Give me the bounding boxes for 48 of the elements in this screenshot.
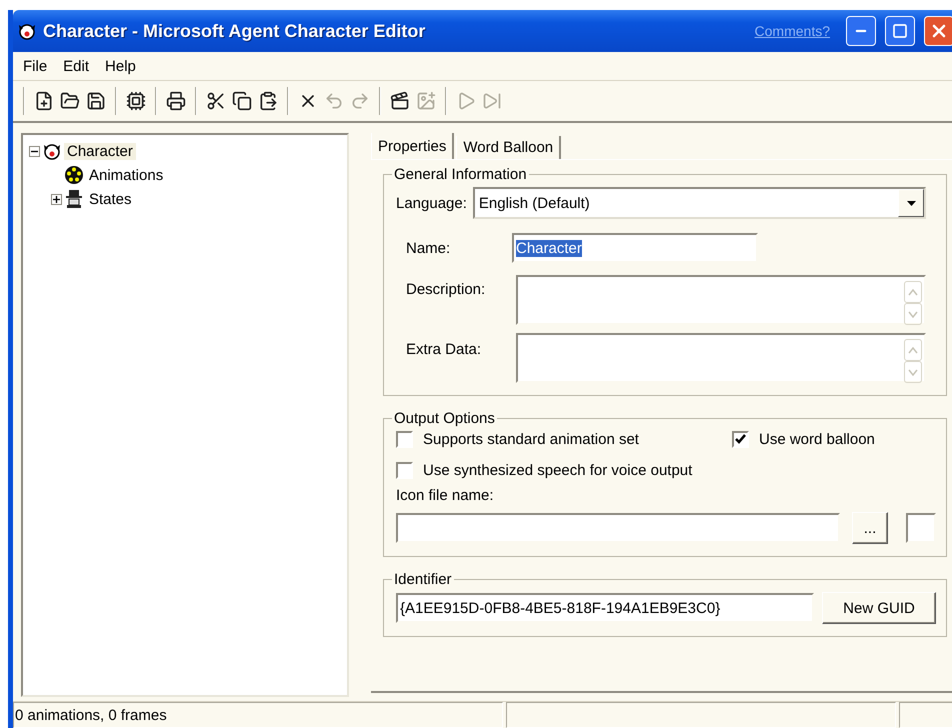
checkbox-label: Supports standard animation set xyxy=(423,431,639,448)
minimize-button[interactable] xyxy=(846,16,876,46)
status-text: 0 animations, 0 frames xyxy=(13,702,503,728)
field-label: Extra Data: xyxy=(405,341,482,358)
menu-item[interactable]: Help xyxy=(97,58,144,74)
maximize-button[interactable] xyxy=(885,16,915,46)
close-button[interactable] xyxy=(924,16,952,46)
group-title: General Information xyxy=(393,166,528,183)
tab[interactable]: Properties xyxy=(371,133,454,159)
extra-data-field[interactable] xyxy=(516,333,926,383)
tree-item[interactable]: Character xyxy=(64,142,136,160)
checkbox[interactable] xyxy=(396,462,413,479)
checkbox-label: Use word balloon xyxy=(759,431,875,448)
field-label: Icon file name: xyxy=(396,487,495,504)
new-guid-button[interactable]: New GUID xyxy=(822,592,936,624)
expand-toggle[interactable] xyxy=(51,194,62,204)
icon-file-field[interactable] xyxy=(396,513,840,543)
icon-preview xyxy=(906,513,936,543)
description-field[interactable] xyxy=(516,275,926,325)
browse-button[interactable]: ... xyxy=(852,512,888,544)
collapse-toggle[interactable] xyxy=(29,146,40,156)
scroll-up-icon xyxy=(908,346,918,354)
scroll-down-icon xyxy=(908,310,918,318)
hat-figure-icon xyxy=(64,189,84,209)
scroll-up-icon xyxy=(908,288,918,296)
group-title: Output Options xyxy=(393,410,496,427)
checkbox-label: Use synthesized speech for voice output xyxy=(423,462,692,479)
scroll-down-icon xyxy=(908,368,918,376)
maximize-icon xyxy=(892,23,908,39)
menu-item[interactable]: File xyxy=(15,58,56,74)
field-label: Name: xyxy=(405,240,452,256)
identifier-field: {A1EE915D-0FB8-4BE5-818F-194A1EB9E3C0} xyxy=(396,593,814,623)
window-title: Character - Microsoft Agent Character Editor xyxy=(43,20,426,42)
checkbox[interactable] xyxy=(732,431,749,448)
menu-item[interactable]: Edit xyxy=(55,58,98,74)
status-pane xyxy=(899,702,952,728)
name-field[interactable]: Character xyxy=(512,233,758,263)
tab[interactable]: Word Balloon xyxy=(456,136,562,159)
tree-item[interactable]: States xyxy=(86,190,135,208)
plus-icon xyxy=(53,196,60,202)
film-reel-icon xyxy=(64,165,84,185)
checkbox[interactable] xyxy=(396,431,413,448)
field-label: Description: xyxy=(405,281,486,298)
field-label: Language: xyxy=(396,194,467,212)
tree-item[interactable]: Animations xyxy=(86,166,166,184)
language-dropdown[interactable]: English (Default) xyxy=(472,187,926,219)
dropdown-arrow-icon xyxy=(906,200,916,206)
group-title: Identifier xyxy=(393,571,453,588)
